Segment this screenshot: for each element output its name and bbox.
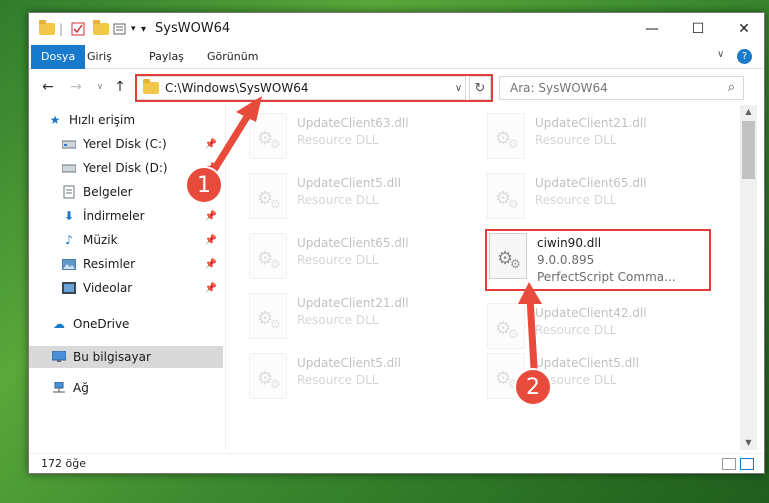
step-badge-2: 2 bbox=[514, 368, 552, 406]
annotation-arrows bbox=[210, 96, 542, 372]
step-badge-1: 1 bbox=[185, 166, 223, 204]
